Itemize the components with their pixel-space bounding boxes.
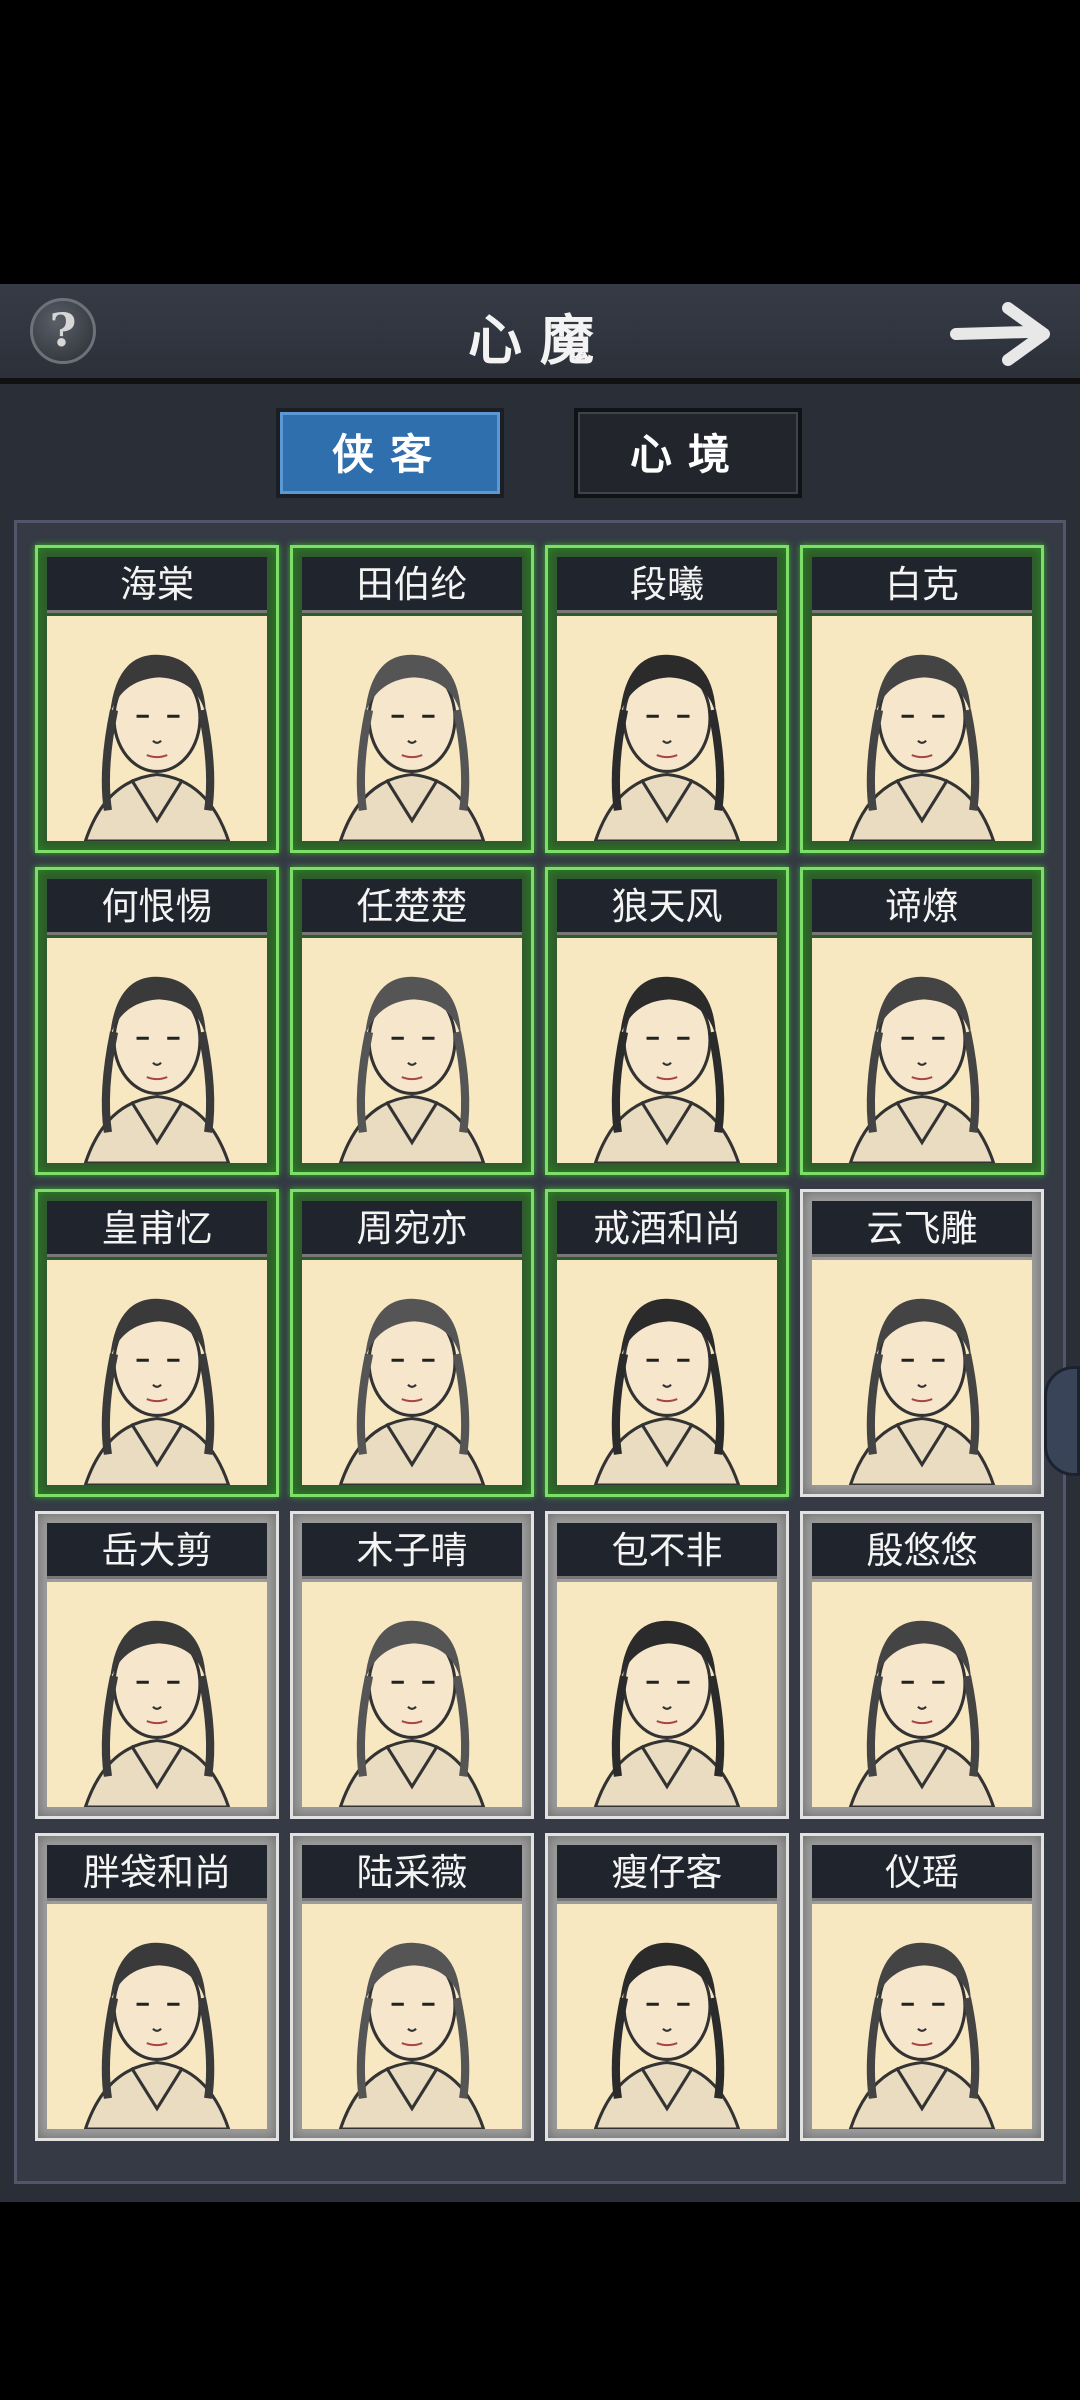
character-portrait [302,1260,522,1485]
character-card[interactable]: 云飞雕 [800,1189,1044,1497]
character-card[interactable]: 岳大剪 [35,1511,279,1819]
character-name: 谛燎 [812,879,1032,935]
character-portrait [302,938,522,1163]
character-portrait [812,1260,1032,1485]
character-portrait [557,1582,777,1807]
heart-demon-panel: ? 心魔 侠客 心境 海棠 田伯纶 段曦 白克 何恨惕 任楚楚 狼天风 谛燎 皇… [0,284,1080,2202]
character-name: 白克 [812,557,1032,613]
character-portrait [812,616,1032,841]
character-portrait [302,1582,522,1807]
character-portrait [812,1904,1032,2129]
character-name: 木子晴 [302,1523,522,1579]
character-card[interactable]: 狼天风 [545,867,789,1175]
character-portrait [812,1582,1032,1807]
character-name: 包不非 [557,1523,777,1579]
character-card[interactable]: 谛燎 [800,867,1044,1175]
tab-bar: 侠客 心境 [0,408,1080,504]
character-portrait [557,616,777,841]
title-bar: ? 心魔 [0,284,1080,384]
screen: ? 心魔 侠客 心境 海棠 田伯纶 段曦 白克 何恨惕 任楚楚 狼天风 谛燎 皇… [0,0,1080,2400]
character-card[interactable]: 何恨惕 [35,867,279,1175]
character-name: 皇甫忆 [47,1201,267,1257]
character-name: 云飞雕 [812,1201,1032,1257]
character-card[interactable]: 周宛亦 [290,1189,534,1497]
character-grid-frame: 海棠 田伯纶 段曦 白克 何恨惕 任楚楚 狼天风 谛燎 皇甫忆 周宛亦 戒酒和尚… [14,520,1066,2184]
character-name: 胖袋和尚 [47,1845,267,1901]
character-portrait [47,1904,267,2129]
character-card[interactable]: 陆采薇 [290,1833,534,2141]
tab-mindset[interactable]: 心境 [574,408,802,498]
character-name: 狼天风 [557,879,777,935]
character-portrait [47,938,267,1163]
character-card[interactable]: 田伯纶 [290,545,534,853]
arrow-right-icon [950,302,1050,366]
character-card[interactable]: 殷悠悠 [800,1511,1044,1819]
character-name: 段曦 [557,557,777,613]
character-card[interactable]: 段曦 [545,545,789,853]
character-portrait [557,1260,777,1485]
character-name: 田伯纶 [302,557,522,613]
character-name: 岳大剪 [47,1523,267,1579]
character-portrait [302,1904,522,2129]
character-portrait [557,1904,777,2129]
character-name: 海棠 [47,557,267,613]
side-drawer-handle[interactable] [1044,1366,1080,1476]
character-name: 仪瑶 [812,1845,1032,1901]
character-name: 任楚楚 [302,879,522,935]
character-portrait [302,616,522,841]
character-grid: 海棠 田伯纶 段曦 白克 何恨惕 任楚楚 狼天风 谛燎 皇甫忆 周宛亦 戒酒和尚… [35,545,1044,2141]
character-name: 瘦仔客 [557,1845,777,1901]
tab-heroes[interactable]: 侠客 [276,408,504,498]
character-card[interactable]: 木子晴 [290,1511,534,1819]
page-title: 心魔 [468,308,612,372]
character-portrait [47,1260,267,1485]
character-name: 何恨惕 [47,879,267,935]
character-portrait [557,938,777,1163]
character-portrait [47,616,267,841]
character-card[interactable]: 仪瑶 [800,1833,1044,2141]
character-card[interactable]: 白克 [800,545,1044,853]
next-button[interactable] [948,294,1058,374]
character-card[interactable]: 戒酒和尚 [545,1189,789,1497]
character-card[interactable]: 胖袋和尚 [35,1833,279,2141]
character-card[interactable]: 海棠 [35,545,279,853]
character-portrait [812,938,1032,1163]
character-card[interactable]: 瘦仔客 [545,1833,789,2141]
character-name: 陆采薇 [302,1845,522,1901]
character-card[interactable]: 任楚楚 [290,867,534,1175]
character-card[interactable]: 包不非 [545,1511,789,1819]
character-portrait [47,1582,267,1807]
character-name: 戒酒和尚 [557,1201,777,1257]
character-name: 周宛亦 [302,1201,522,1257]
character-card[interactable]: 皇甫忆 [35,1189,279,1497]
character-name: 殷悠悠 [812,1523,1032,1579]
